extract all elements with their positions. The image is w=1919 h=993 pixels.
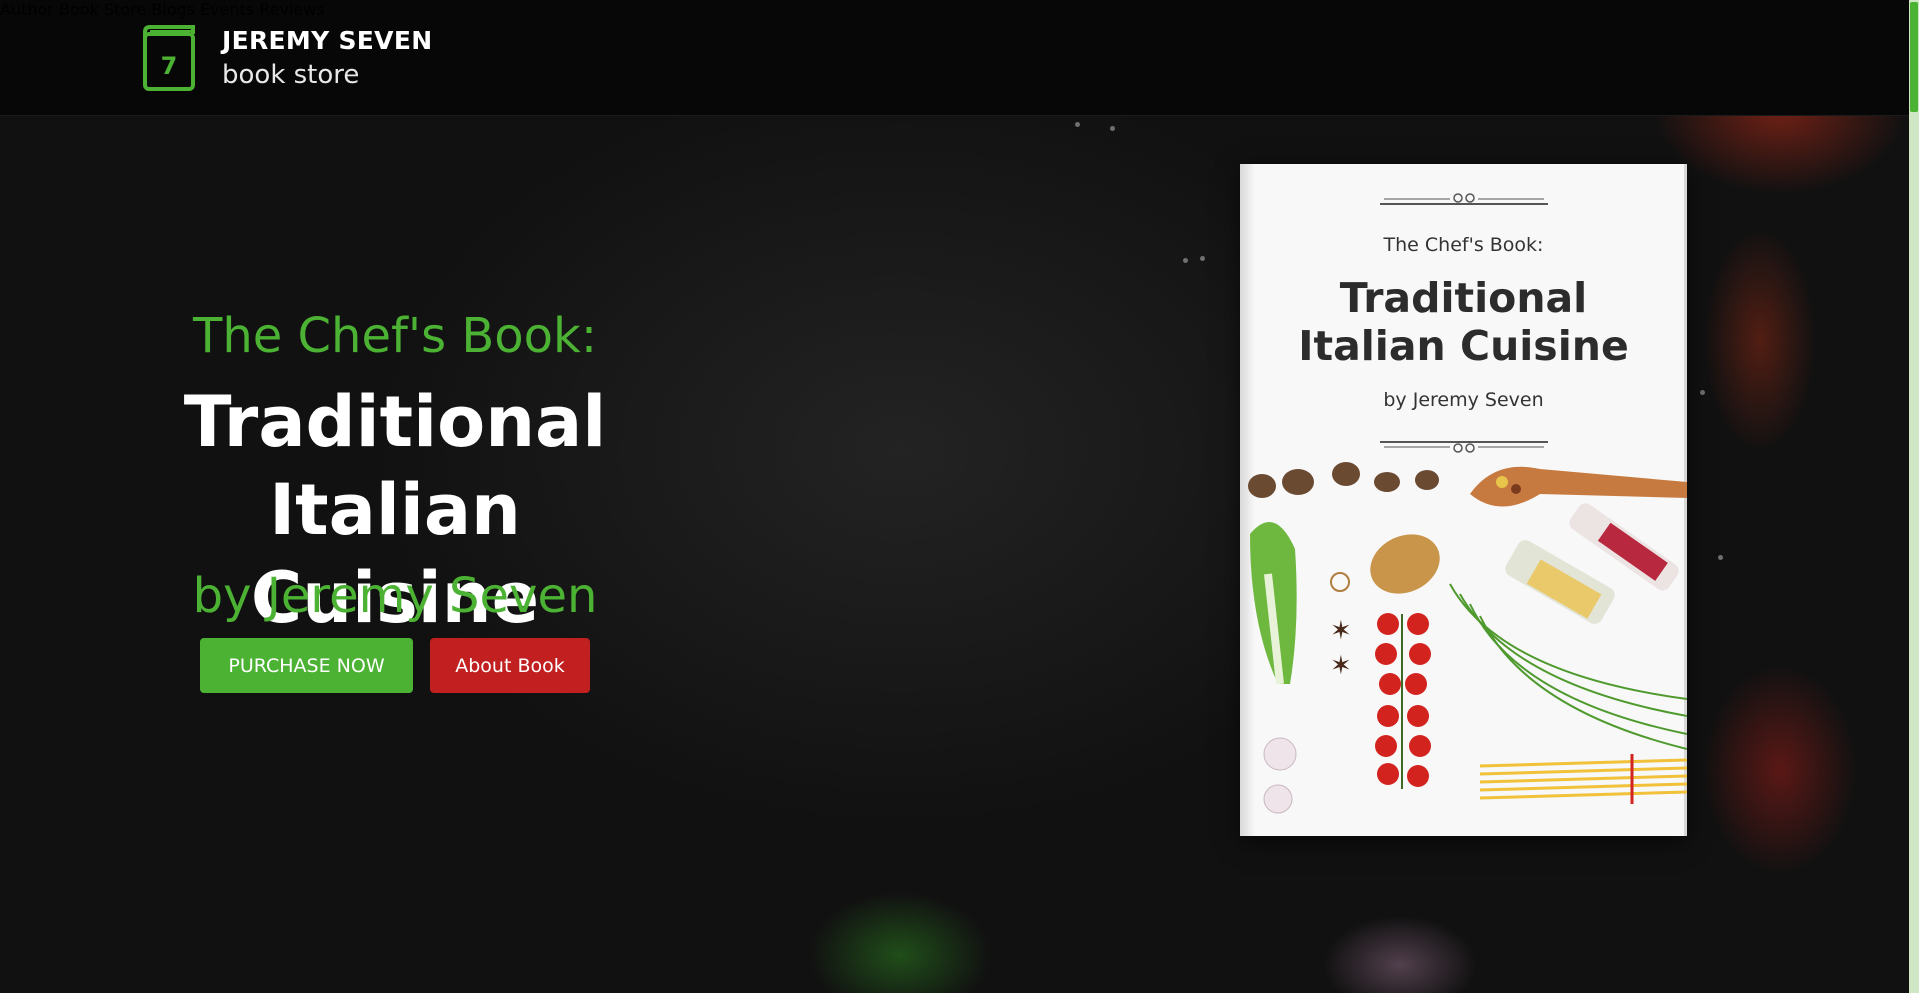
salt-speck	[1200, 256, 1205, 261]
salt-speck	[1110, 126, 1115, 131]
site-header: 7 JEREMY SEVEN book store Author Book St…	[0, 0, 1909, 116]
about-book-button[interactable]: About Book	[430, 638, 590, 693]
logo-number: 7	[161, 52, 178, 80]
salt-speck	[1075, 122, 1080, 127]
book-cover[interactable]: The Chef's Book: Traditional Italian Cui…	[1240, 164, 1687, 836]
salt-speck	[1718, 555, 1723, 560]
hero-subtitle: The Chef's Book:	[193, 308, 597, 364]
brand-tagline[interactable]: book store	[222, 60, 359, 90]
ornament-divider-icon	[1380, 441, 1548, 453]
ornament-divider-icon	[1380, 193, 1548, 205]
nav-author[interactable]: Author	[0, 0, 54, 19]
purchase-now-button[interactable]: PURCHASE NOW	[200, 638, 413, 693]
brand-name[interactable]: JEREMY SEVEN	[222, 26, 432, 55]
book-logo-icon[interactable]: 7	[142, 24, 196, 92]
nav-book-store[interactable]: Book Store	[59, 0, 146, 19]
svg-text:✶: ✶	[1330, 616, 1352, 646]
salt-speck	[1700, 390, 1705, 395]
nav-blogs[interactable]: Blogs	[151, 0, 195, 19]
book-cover-subtitle: The Chef's Book:	[1383, 234, 1544, 256]
book-cover-title: Traditional Italian Cuisine	[1240, 274, 1687, 370]
hero-author: by Jeremy Seven	[192, 568, 598, 624]
salt-speck	[1183, 258, 1188, 263]
scrollbar-thumb[interactable]	[1910, 2, 1918, 112]
book-cover-title-line1: Traditional	[1339, 274, 1588, 322]
food-illustration: ✶ ✶	[1248, 462, 1687, 814]
nav-events[interactable]: Events	[200, 0, 254, 19]
nav-reviews[interactable]: Reviews	[259, 0, 324, 19]
hero-title-line1: Traditional	[183, 381, 607, 463]
page-scrollbar[interactable]	[1909, 0, 1919, 993]
book-cover-author: by Jeremy Seven	[1383, 389, 1544, 411]
book-cover-title-line2: Italian Cuisine	[1298, 322, 1629, 370]
svg-text:✶: ✶	[1330, 651, 1352, 681]
